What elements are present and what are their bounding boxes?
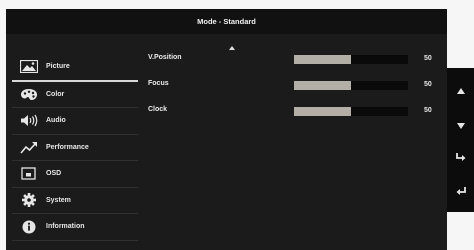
title-bar: Mode - Standard <box>6 9 447 34</box>
clock-slider[interactable] <box>294 107 408 116</box>
osd-panel: Mode - Standard Picture Color Audio Perf… <box>6 9 447 250</box>
info-icon <box>20 220 38 234</box>
v-position-slider[interactable] <box>294 55 408 64</box>
slider-fill <box>294 107 351 116</box>
menu-item-color[interactable]: Color <box>12 82 138 108</box>
menu-item-label: System <box>46 196 71 204</box>
up-button[interactable] <box>447 80 474 100</box>
menu-item-osd[interactable]: OSD <box>12 161 138 188</box>
settings-panel: V.Position 50 Focus 50 Clock 50 <box>148 54 443 132</box>
slider-fill <box>294 81 351 90</box>
setting-value: 50 <box>424 81 432 88</box>
menu-item-label: Audio <box>46 117 66 125</box>
menu-item-label: Picture <box>46 63 70 71</box>
down-button[interactable] <box>447 115 474 135</box>
setting-row-v-position[interactable]: V.Position 50 <box>148 54 443 80</box>
back-icon <box>456 183 466 201</box>
setting-value: 50 <box>424 55 432 62</box>
menu-item-picture[interactable]: Picture <box>12 54 138 82</box>
menu-item-label: Color <box>46 90 65 98</box>
up-arrow-icon <box>456 81 465 99</box>
gear-icon <box>20 193 38 208</box>
focus-slider[interactable] <box>294 81 408 90</box>
setting-label: Clock <box>148 106 168 113</box>
trend-up-icon <box>20 140 38 154</box>
setting-value: 50 <box>424 107 432 114</box>
mode-title: Mode - Standard <box>197 17 256 26</box>
menu-item-system[interactable]: System <box>12 188 138 214</box>
setting-label: Focus <box>148 80 169 87</box>
menu-item-performance[interactable]: Performance <box>12 135 138 161</box>
menu-item-label: Information <box>46 223 85 231</box>
nav-button-strip <box>447 68 474 212</box>
osd-icon <box>20 167 38 181</box>
palette-icon <box>20 87 38 101</box>
speaker-icon <box>20 114 38 128</box>
enter-button[interactable] <box>447 148 474 168</box>
main-menu: Picture Color Audio Performance OSD Syst… <box>12 54 138 241</box>
menu-item-information[interactable]: Information <box>12 214 138 241</box>
picture-icon <box>20 60 38 74</box>
setting-row-focus[interactable]: Focus 50 <box>148 80 443 106</box>
setting-label: V.Position <box>148 54 182 61</box>
setting-row-clock[interactable]: Clock 50 <box>148 106 443 132</box>
back-button[interactable] <box>447 182 474 202</box>
enter-icon <box>455 149 466 167</box>
down-arrow-icon <box>456 116 465 134</box>
menu-item-audio[interactable]: Audio <box>12 108 138 135</box>
scroll-up-icon[interactable] <box>229 46 235 50</box>
menu-item-label: OSD <box>46 170 62 178</box>
menu-item-label: Performance <box>46 143 89 151</box>
slider-fill <box>294 55 351 64</box>
